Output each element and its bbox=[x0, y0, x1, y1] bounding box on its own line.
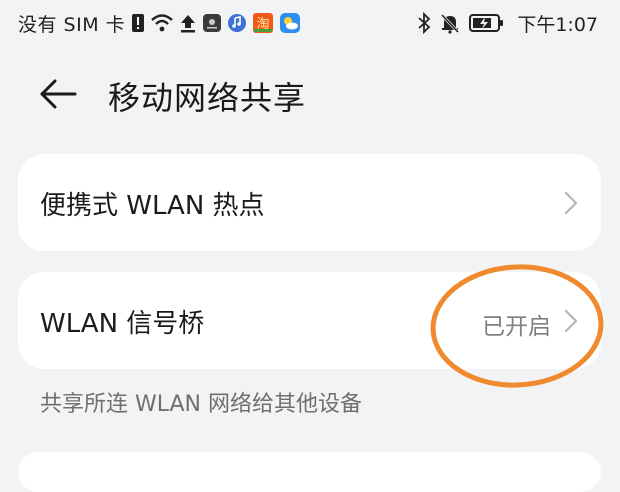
page-header: 移动网络共享 bbox=[0, 60, 620, 126]
weather-app-icon bbox=[279, 12, 301, 34]
upload-icon bbox=[179, 13, 197, 33]
bluetooth-icon bbox=[417, 12, 431, 34]
next-settings-card[interactable] bbox=[18, 452, 601, 492]
music-app-icon bbox=[227, 13, 247, 33]
carrier-text: 没有 SIM 卡 bbox=[18, 13, 126, 36]
taobao-app-icon: 淘 bbox=[252, 12, 274, 34]
wlan-bridge-description: 共享所连 WLAN 网络给其他设备 bbox=[40, 392, 363, 417]
status-bar-left: 没有 SIM 卡 淘 bbox=[18, 9, 306, 37]
mute-bell-icon bbox=[439, 12, 461, 34]
wlan-bridge-status: 已开启 bbox=[482, 314, 551, 340]
chevron-right-icon bbox=[563, 308, 579, 334]
wlan-bridge-row[interactable]: WLAN 信号桥 已开启 bbox=[18, 272, 601, 369]
arrow-left-icon bbox=[40, 79, 77, 109]
wlan-hotspot-label: 便携式 WLAN 热点 bbox=[40, 191, 265, 221]
sim-alert-icon bbox=[131, 13, 145, 33]
battery-charging-icon bbox=[469, 13, 505, 33]
wifi-icon bbox=[150, 13, 174, 33]
wlan-hotspot-row[interactable]: 便携式 WLAN 热点 bbox=[18, 154, 601, 251]
status-bar: 没有 SIM 卡 淘 下午1:07 bbox=[0, 0, 620, 46]
status-time: 下午1:07 bbox=[517, 13, 598, 36]
wlan-bridge-label: WLAN 信号桥 bbox=[40, 309, 205, 339]
huawei-app-icon bbox=[202, 13, 222, 33]
back-button[interactable] bbox=[38, 74, 78, 114]
status-bar-right: 下午1:07 bbox=[417, 9, 598, 37]
page-title: 移动网络共享 bbox=[108, 79, 307, 117]
chevron-right-icon bbox=[563, 190, 579, 216]
